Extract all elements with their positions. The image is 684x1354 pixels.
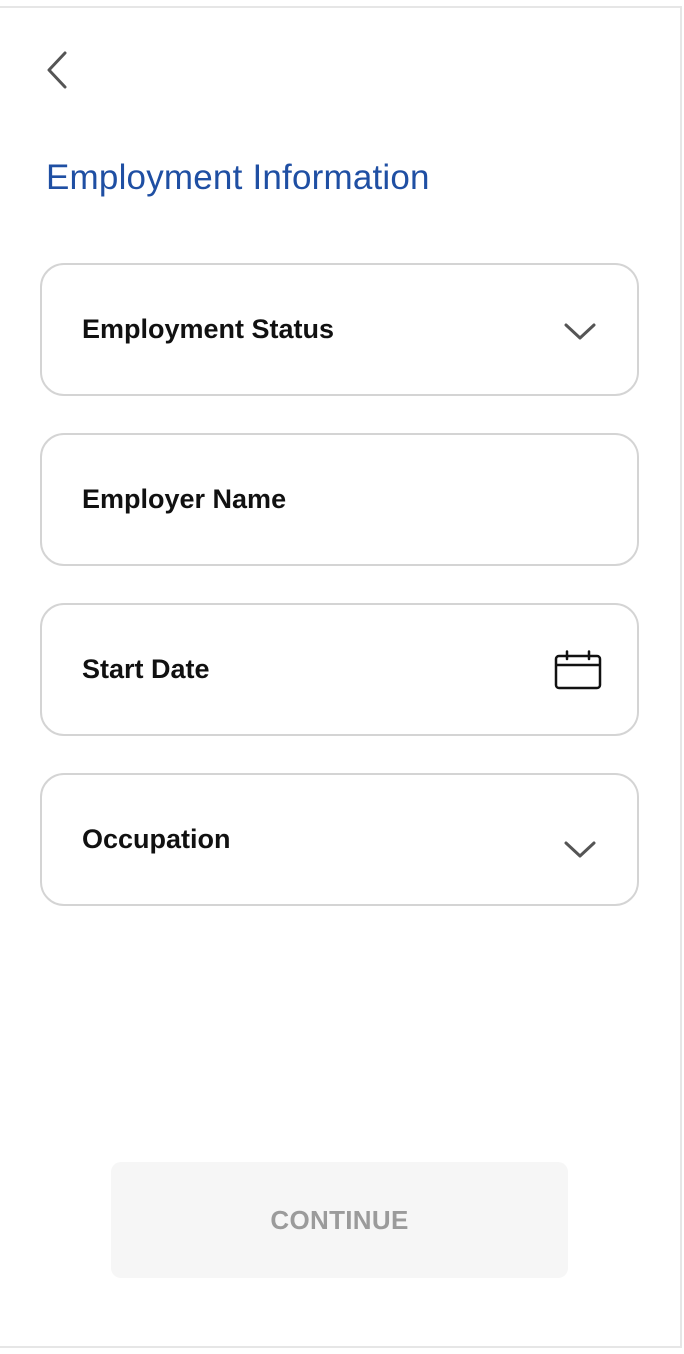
- chevron-left-icon: [47, 51, 67, 89]
- employment-status-label: Employment Status: [82, 314, 335, 344]
- start-date-label: Start Date: [82, 654, 210, 684]
- calendar-icon[interactable]: [552, 649, 604, 691]
- chevron-down-icon: [560, 319, 600, 343]
- start-date-field[interactable]: Start Date: [40, 603, 639, 736]
- employer-name-label: Employer Name: [82, 484, 287, 514]
- chevron-down-icon: [560, 837, 600, 861]
- page-title: Employment Information: [46, 158, 430, 197]
- employer-name-field[interactable]: Employer Name: [40, 433, 639, 566]
- back-button[interactable]: [36, 44, 80, 96]
- occupation-select[interactable]: Occupation: [40, 773, 639, 906]
- employment-status-select[interactable]: Employment Status: [40, 263, 639, 396]
- occupation-label: Occupation: [82, 824, 231, 854]
- continue-button[interactable]: CONTINUE: [111, 1162, 568, 1278]
